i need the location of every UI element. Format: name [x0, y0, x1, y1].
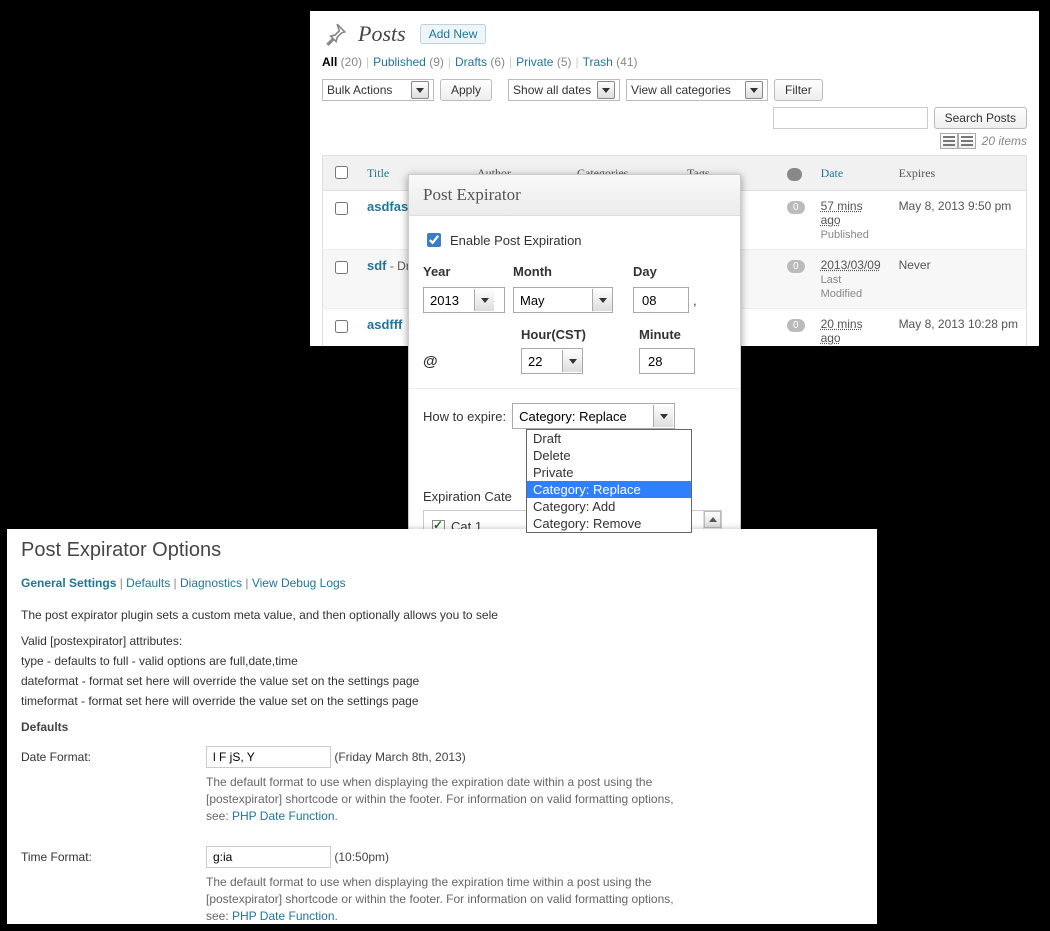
search-input[interactable]	[773, 107, 928, 129]
apply-button[interactable]: Apply	[440, 79, 492, 101]
date-format-input[interactable]	[206, 746, 331, 768]
valid-attributes-label: Valid [postexpirator] attributes:	[21, 634, 863, 648]
col-expires[interactable]: Expires	[891, 156, 1027, 191]
status-filter-all[interactable]: All	[322, 55, 341, 69]
metabox-title: Post Expirator	[409, 175, 740, 216]
add-new-button[interactable]: Add New	[420, 24, 487, 44]
php-date-link-2[interactable]: PHP Date Function	[232, 909, 335, 923]
dropdown-option[interactable]: Draft	[527, 430, 691, 447]
attribute-line: dateformat - format set here will overri…	[21, 674, 863, 688]
year-label: Year	[423, 264, 505, 279]
options-tab[interactable]: General Settings	[21, 576, 116, 590]
options-heading: Post Expirator Options	[21, 539, 863, 562]
pin-icon	[322, 21, 348, 47]
post-date: 20 mins ago	[821, 317, 863, 345]
attribute-line: type - defaults to full - valid options …	[21, 654, 863, 668]
status-filter[interactable]: Private	[516, 55, 553, 69]
list-view-icon[interactable]	[940, 133, 958, 149]
comment-count[interactable]: 0	[787, 201, 805, 214]
dropdown-option[interactable]: Delete	[527, 447, 691, 464]
dropdown-option[interactable]: Category: Replace	[527, 481, 691, 498]
status-filter[interactable]: Trash	[583, 55, 613, 69]
col-date[interactable]: Date	[813, 156, 891, 191]
page-title: Posts	[358, 21, 406, 47]
year-select[interactable]	[423, 287, 505, 313]
expirator-options-screen: Post Expirator Options General Settings …	[7, 529, 877, 924]
time-format-input[interactable]	[206, 846, 331, 868]
attribute-line: timeformat - format set here will overri…	[21, 694, 863, 708]
filter-button[interactable]: Filter	[774, 79, 823, 101]
dropdown-option[interactable]: Category: Add	[527, 498, 691, 515]
search-posts-button[interactable]: Search Posts	[934, 107, 1027, 129]
day-label: Day	[633, 264, 705, 279]
defaults-heading: Defaults	[21, 720, 863, 734]
post-expires: May 8, 2013 10:28 pm	[891, 309, 1027, 347]
options-tab[interactable]: Defaults	[126, 576, 170, 590]
enable-expiration-checkbox[interactable]	[427, 233, 441, 247]
date-format-example: (Friday March 8th, 2013)	[334, 750, 465, 764]
categories-filter-select[interactable]: View all categories	[626, 79, 768, 101]
options-tab[interactable]: Diagnostics	[180, 576, 242, 590]
comment-count[interactable]: 0	[787, 319, 805, 332]
options-tabs: General Settings | Defaults | Diagnostic…	[21, 576, 863, 590]
post-title-link[interactable]: sdf	[367, 258, 387, 273]
minute-label: Minute	[639, 327, 739, 342]
minute-input[interactable]	[639, 348, 695, 374]
options-tab[interactable]: View Debug Logs	[252, 576, 346, 590]
time-format-description: The default format to use when displayin…	[206, 874, 686, 924]
day-input[interactable]	[633, 287, 689, 313]
post-date: 2013/03/09	[821, 258, 881, 272]
post-expires: May 8, 2013 9:50 pm	[891, 191, 1027, 250]
bulk-actions-select[interactable]: Bulk Actions	[322, 79, 434, 101]
row-checkbox[interactable]	[335, 202, 348, 215]
post-date: 57 mins ago	[821, 199, 863, 227]
post-status-filters: All (20)|Published (9)|Drafts (6)|Privat…	[322, 55, 1027, 69]
time-format-example: (10:50pm)	[334, 850, 389, 864]
dates-filter-select[interactable]: Show all dates	[508, 79, 620, 101]
dropdown-option[interactable]: Private	[527, 464, 691, 481]
month-select[interactable]	[513, 287, 613, 313]
post-expires: Never	[891, 250, 1027, 309]
status-filter[interactable]: Published	[373, 55, 426, 69]
comment-count[interactable]: 0	[787, 260, 805, 273]
how-to-expire-dropdown[interactable]: DraftDeletePrivateCategory: ReplaceCateg…	[526, 429, 692, 533]
date-format-label: Date Format:	[21, 746, 206, 764]
at-symbol: @	[423, 353, 513, 370]
status-filter[interactable]: Drafts	[455, 55, 487, 69]
items-count: 20 items	[982, 134, 1027, 148]
scroll-up-arrow[interactable]	[704, 511, 721, 528]
dropdown-option[interactable]: Category: Remove	[527, 515, 691, 532]
post-title-link[interactable]: asdfff	[367, 317, 402, 332]
time-format-label: Time Format:	[21, 846, 206, 864]
enable-expiration-label[interactable]: Enable Post Expiration	[423, 230, 726, 250]
row-checkbox[interactable]	[335, 261, 348, 274]
month-label: Month	[513, 264, 625, 279]
php-date-link[interactable]: PHP Date Function	[232, 809, 335, 823]
how-to-expire-select[interactable]	[512, 403, 675, 429]
select-all-checkbox[interactable]	[335, 166, 348, 179]
hour-label: Hour(CST)	[521, 327, 631, 342]
date-format-description: The default format to use when displayin…	[206, 774, 686, 824]
col-comments[interactable]	[779, 156, 813, 191]
excerpt-view-icon[interactable]	[958, 133, 976, 149]
options-intro: The post expirator plugin sets a custom …	[21, 608, 863, 622]
how-to-expire-label: How to expire:	[423, 409, 506, 424]
hour-select[interactable]	[521, 348, 583, 374]
row-checkbox[interactable]	[335, 320, 348, 333]
